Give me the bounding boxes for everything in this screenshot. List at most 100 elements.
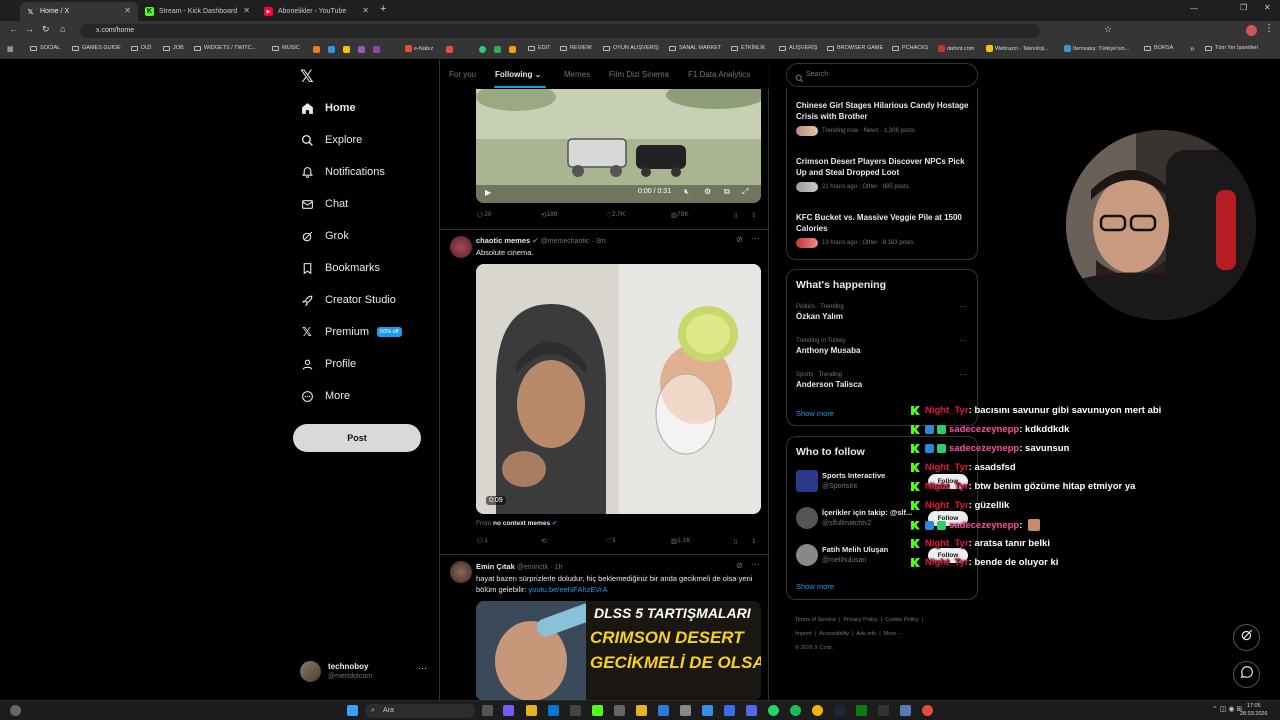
start-icon[interactable]: [347, 705, 358, 716]
steam-icon[interactable]: [834, 705, 845, 716]
share-icon[interactable]: ⇪: [751, 537, 756, 545]
grok-icon[interactable]: ⊘: [736, 561, 743, 570]
app-icon[interactable]: [900, 705, 911, 716]
grok-floating-button[interactable]: [1233, 624, 1260, 651]
more-dots-icon[interactable]: ···: [751, 233, 760, 243]
video-player[interactable]: ▶ 0:00 / 0:31 🔇︎ ⚙ ⧉ ⤢: [476, 89, 761, 203]
video-player[interactable]: 0:09: [476, 264, 761, 514]
task-view-icon[interactable]: [482, 705, 493, 716]
repost-button[interactable]: ⟲: [541, 537, 546, 545]
discord-icon[interactable]: [746, 705, 757, 716]
menu-icon[interactable]: ⋮: [1264, 23, 1274, 34]
news-item[interactable]: KFC Bucket vs. Massive Veggie Pile at 15…: [796, 212, 971, 248]
reply-button[interactable]: 💬︎ 1: [476, 537, 488, 545]
bookmark-icon[interactable]: ▯: [734, 211, 738, 219]
bookmark-itemsatis[interactable]: İtemsatış: Türkiye'nin...: [1064, 45, 1129, 52]
trend-item[interactable]: Sports · Trending Anderson Talisca: [796, 372, 971, 390]
bookmark-folder[interactable]: JOB: [163, 45, 184, 51]
chrome-icon[interactable]: [812, 705, 823, 716]
bookmark-folder[interactable]: PCHACKS: [892, 45, 929, 51]
app-icon[interactable]: [592, 705, 603, 716]
bookmark-dafont[interactable]: dafont.com: [938, 45, 974, 52]
app-icon[interactable]: [658, 705, 669, 716]
weather-icon[interactable]: [10, 705, 21, 716]
more-dots-icon[interactable]: ···: [751, 559, 760, 569]
bookmark-folder[interactable]: BROWSER GAME: [827, 45, 883, 51]
folder-icon[interactable]: [526, 705, 537, 716]
bookmark-folder[interactable]: ALIŞVERİŞ: [779, 45, 817, 51]
trend-item[interactable]: Trending in Turkey Anthony Musaba: [796, 338, 971, 356]
forward-icon[interactable]: →: [25, 24, 34, 34]
footer-link[interactable]: Privacy Policy: [844, 617, 878, 623]
footer-link[interactable]: Ads info: [856, 631, 876, 637]
app-icon[interactable]: [636, 705, 647, 716]
bookmark-icon[interactable]: [479, 46, 486, 53]
nav-explore[interactable]: Explore: [300, 133, 362, 147]
reply-button[interactable]: 💬︎ 20: [476, 211, 492, 219]
bookmark-folder[interactable]: SOCIAL: [30, 45, 60, 51]
author-name[interactable]: Emin Çıtak: [476, 562, 515, 571]
close-tab-icon[interactable]: ✕: [124, 6, 131, 15]
link-card-thumbnail[interactable]: DLSS 5 TARTIŞMALARI CRIMSON DESERT GECİK…: [476, 601, 761, 700]
trend-item[interactable]: Politics · Trending Özkan Yalım: [796, 304, 971, 322]
repost-button[interactable]: ⟲ 189: [541, 211, 557, 219]
bookmark-icon[interactable]: [343, 46, 350, 53]
account-switcher[interactable]: technoboy @mertdotcom ···: [300, 659, 440, 685]
app-icon[interactable]: [878, 705, 889, 716]
post-button[interactable]: Post: [293, 424, 421, 452]
views-button[interactable]: ▥ 78K: [671, 211, 689, 219]
bookmark-folder[interactable]: ETKİNLİK: [731, 45, 765, 51]
bookmark-icon[interactable]: [328, 46, 335, 53]
settings-icon[interactable]: ⚙: [704, 187, 711, 196]
settings-icon[interactable]: [614, 705, 625, 716]
taskbar-search[interactable]: ⌕ Ara: [365, 704, 475, 718]
bookmark-folder[interactable]: OYUN ALIŞVERİŞ: [603, 45, 659, 51]
spotify-icon[interactable]: [790, 705, 801, 716]
pip-icon[interactable]: ⧉: [724, 187, 730, 197]
close-window-button[interactable]: ✕: [1264, 3, 1271, 12]
bookmark-icon[interactable]: [313, 46, 320, 53]
news-item[interactable]: Crimson Desert Players Discover NPCs Pic…: [796, 156, 971, 192]
tab-f1-data[interactable]: F1 Data Analytics: [688, 70, 750, 79]
nav-chat[interactable]: Chat: [300, 197, 348, 211]
more-dots-icon[interactable]: ···: [959, 370, 967, 379]
author-handle[interactable]: @memechaotic: [541, 238, 590, 245]
nav-grok[interactable]: Grok: [300, 229, 349, 243]
close-tab-icon[interactable]: ✕: [243, 6, 250, 15]
author-name[interactable]: chaotic memes: [476, 236, 530, 245]
app-icon[interactable]: [503, 705, 514, 716]
volume-icon[interactable]: 🔇︎: [684, 187, 689, 197]
footer-link[interactable]: Terms of Service: [795, 617, 836, 623]
bookmark-folder[interactable]: BORSA: [1144, 45, 1173, 51]
footer-link[interactable]: More ···: [884, 631, 904, 637]
bookmark-enabiz[interactable]: e-Nabız: [405, 45, 433, 52]
chevron-right-icon[interactable]: »: [1190, 44, 1194, 53]
share-icon[interactable]: ⇪: [751, 211, 756, 219]
bookmark-folder[interactable]: SANAL MARKET: [669, 45, 721, 51]
clock[interactable]: 17:05 28.03.2026: [1240, 702, 1268, 718]
apps-icon[interactable]: ▦: [7, 45, 14, 53]
bookmark-icon[interactable]: [446, 46, 453, 53]
new-tab-button[interactable]: +: [380, 3, 386, 15]
back-icon[interactable]: ←: [9, 24, 18, 34]
bookmark-icon[interactable]: [373, 46, 380, 53]
nav-notifications[interactable]: Notifications: [300, 165, 385, 179]
more-dots-icon[interactable]: ···: [959, 302, 967, 311]
post-time[interactable]: 3m: [596, 238, 606, 245]
bookmark-icon[interactable]: [509, 46, 516, 53]
tab-kick-dashboard[interactable]: K Stream - Kick Dashboard ✕: [139, 2, 257, 21]
post-link[interactable]: youtu.be/eeNFAhzEVrA: [529, 585, 608, 594]
bookmark-folder[interactable]: DİZİ: [131, 45, 151, 51]
app-icon[interactable]: [570, 705, 581, 716]
bookmark-folder[interactable]: EDIT: [528, 45, 551, 51]
footer-link[interactable]: Cookie Policy: [885, 617, 918, 623]
views-button[interactable]: ▥ 1.1K: [671, 537, 691, 545]
nav-premium[interactable]: 𝕏 Premium 50% off: [300, 325, 402, 339]
whatsapp-icon[interactable]: [768, 705, 779, 716]
minimize-button[interactable]: —: [1190, 4, 1198, 13]
fullscreen-icon[interactable]: ⤢: [742, 187, 748, 197]
app-icon[interactable]: [922, 705, 933, 716]
play-icon[interactable]: ▶: [485, 188, 491, 197]
star-icon[interactable]: ☆: [1104, 24, 1112, 35]
show-more-link[interactable]: Show more: [796, 582, 834, 591]
